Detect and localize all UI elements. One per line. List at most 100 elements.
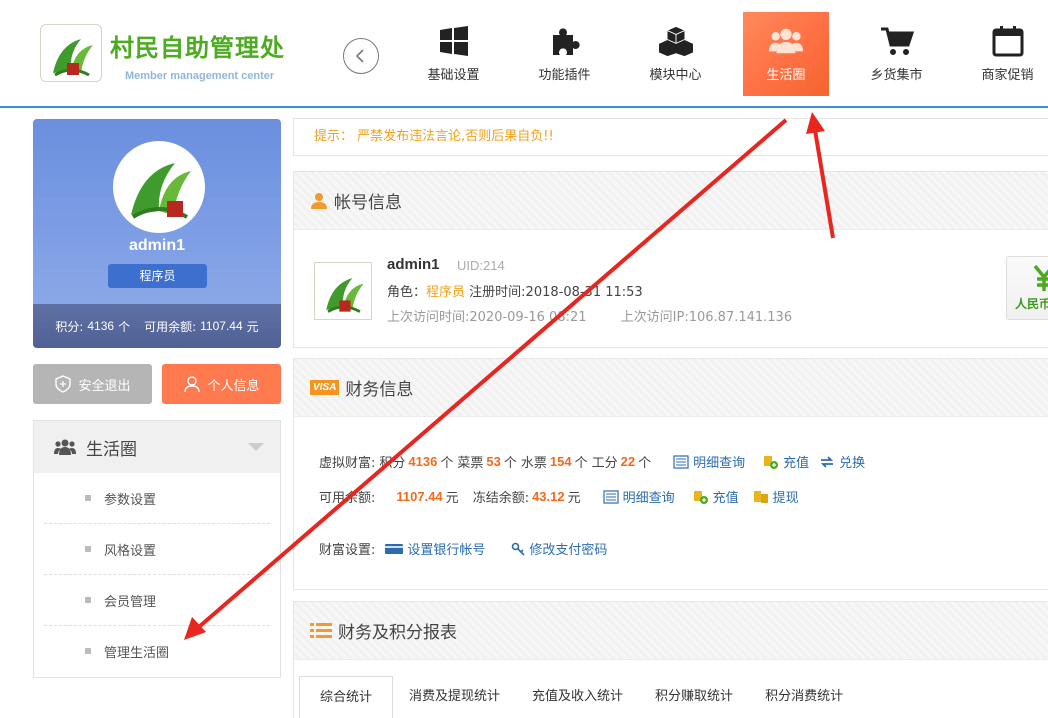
sidebar-item-params[interactable]: 参数设置 [44,473,270,524]
available-unit: 元 [445,491,459,506]
nav-label: 基础设置 [427,68,480,83]
nav-label: 功能插件 [538,68,591,83]
recharge-link[interactable]: 充值 [763,452,809,471]
chevron-left-icon [355,49,364,63]
account-panel: 帐号信息 admin1 UID:214 角色：程序员 注册时间:2018-08-… [293,171,1048,348]
waterticket-label: 水票 [520,456,547,471]
rmb-label: 人民币 [1015,297,1048,311]
coins-icon [753,490,768,503]
available-label: 可用余额: [319,491,376,506]
frozen-value: 43.12 [532,489,565,504]
virtual-wealth-label: 虚拟财富: [319,456,376,471]
brand-logo[interactable] [40,24,102,82]
rmb-button[interactable]: 人民币 [1006,256,1048,320]
yuan-icon [1033,264,1048,291]
user-icon [311,192,327,209]
calendar-icon [992,26,1023,57]
nav-item-modules[interactable]: 模块中心 [620,12,731,96]
profile-username: admin1 [128,237,185,254]
balance-label: 可用余额: [144,319,197,334]
brand-logo-icon [53,39,93,77]
back-button[interactable] [343,38,379,74]
last-visit-ip: 上次访问IP:106.87.141.136 [620,310,793,325]
account-panel-title: 帐号信息 [334,193,402,213]
sidebar-item-label: 管理生活圈 [104,646,170,661]
waterticket-value: 154 [549,454,572,469]
account-uid: UID:214 [457,258,505,273]
bullet-icon [85,546,91,552]
vegticket-value: 53 [486,454,501,469]
bank-account-link[interactable]: 设置银行帐号 [385,539,485,558]
nav-item-life-circle[interactable]: 生活圈 [743,12,829,96]
sidebar-item-label: 参数设置 [104,492,157,508]
user-icon [184,376,201,393]
header: 村民自助管理处 Member management center 基础设置 功能… [0,0,1048,108]
tab-summary[interactable]: 综合统计 [299,676,394,718]
brand-logo-icon [131,163,191,219]
users-icon [54,439,76,455]
waterticket-unit: 个 [574,456,588,471]
finance-panel-title: 财务信息 [345,380,414,400]
bullet-icon [85,495,91,501]
balance-row: 可用余额: 1107.44 元 冻结余额: 43.12 元 明细查询 充值 提现 [319,487,799,506]
exchange-link[interactable]: 兑换 [819,452,865,471]
brand-subtitle: Member management center [125,70,275,82]
withdraw-link[interactable]: 提现 [753,487,799,506]
users-icon [769,28,803,54]
nav-item-market[interactable]: 乡货集市 [841,12,952,96]
sidebar-item-members[interactable]: 会员管理 [44,575,270,626]
exchange-icon [820,455,834,468]
account-panel-header: 帐号信息 [294,172,1048,230]
account-visit-line: 上次访问时间:2020-09-16 08:21 上次访问IP:106.87.14… [387,306,792,325]
tab-points-spent[interactable]: 积分消费统计 [749,676,859,718]
personal-info-button[interactable]: 个人信息 [162,364,281,404]
sidebar-item-style[interactable]: 风格设置 [44,524,270,575]
sidebar-item-label: 会员管理 [104,594,157,610]
nav-item-promotions[interactable]: 商家促销 [952,12,1048,96]
nav-item-basic-settings[interactable]: 基础设置 [398,12,509,96]
brand-logo-icon [326,277,364,313]
account-username: admin1 [387,256,440,273]
frozen-unit: 元 [567,491,581,506]
points-label: 积分: [55,319,84,334]
vegticket-label: 菜票 [457,456,484,471]
sidebar-menu: 生活圈 参数设置 风格设置 会员管理 管理生活圈 [33,420,281,678]
points-value: 4136 [87,319,115,333]
wealth-settings-label: 财富设置: [319,543,376,558]
profile-stats: 积分: 4136 个 可用余额: 1107.44 元 [33,304,281,348]
tab-consumption-withdraw[interactable]: 消费及提现统计 [393,676,516,718]
workpoints-value: 22 [620,454,636,469]
caret-down-icon[interactable] [248,443,264,451]
card-icon [385,543,404,554]
tab-recharge-income[interactable]: 充值及收入统计 [516,676,639,718]
nav-item-plugins[interactable]: 功能插件 [509,12,620,96]
key-icon [512,542,525,556]
logout-button[interactable]: 安全退出 [33,364,152,404]
wealth-settings-row: 财富设置: 设置银行帐号 修改支付密码 [319,539,607,558]
available-value: 1107.44 [396,489,443,504]
coins-icon [764,455,779,469]
report-tabs: 综合统计 消费及提现统计 充值及收入统计 积分赚取统计 积分消费统计 [299,676,859,718]
avatar[interactable] [113,141,205,233]
role-value: 程序员 [426,285,466,300]
cart-icon [880,27,914,55]
bullet-icon [85,648,91,654]
workpoints-label: 工分 [591,456,618,471]
cubes-icon [658,26,693,57]
notice-bar: 提示： 严禁发布违法言论,否则后果自负!! [293,118,1048,156]
sidebar-item-manage-life-circle[interactable]: 管理生活圈 [44,626,270,677]
list-icon [673,454,689,469]
points-unit: 个 [118,319,131,334]
visa-icon: VISA [310,380,340,395]
tab-points-earned[interactable]: 积分赚取统计 [639,676,749,718]
recharge-link[interactable]: 充值 [693,487,739,506]
frozen-label: 冻结余额: [472,491,530,506]
list-icon [603,489,619,504]
personal-info-label: 个人信息 [207,378,260,394]
points-label: 积分 [379,456,406,471]
pay-password-link[interactable]: 修改支付密码 [511,539,607,558]
detail-query-link[interactable]: 明细查询 [673,452,745,471]
detail-query-link[interactable]: 明细查询 [603,487,675,506]
sidebar-menu-header[interactable]: 生活圈 [34,421,280,473]
virtual-wealth-row: 虚拟财富: 积分 4136 个 菜票 53 个 水票 154 个 工分 22 个… [319,452,865,471]
